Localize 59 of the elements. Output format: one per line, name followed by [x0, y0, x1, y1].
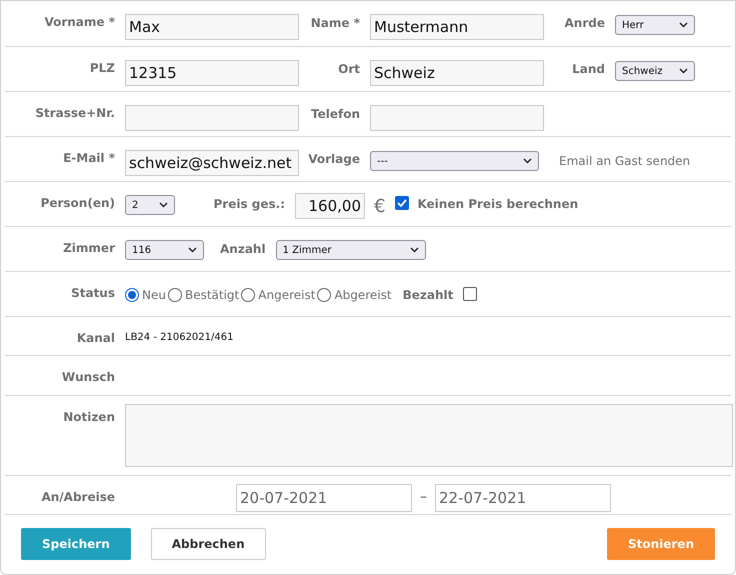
radio-label: Abgereist — [334, 287, 392, 304]
field-label: Keinen Preis berechnen — [417, 196, 578, 213]
dropdown[interactable]: 116 — [125, 240, 204, 260]
radio-button[interactable] — [125, 288, 139, 302]
dropdown[interactable]: Schweiz — [615, 61, 695, 81]
field-label: Vorlage — [307, 151, 360, 168]
input-field[interactable]: 160,00 — [295, 193, 365, 219]
chevron-down-icon — [159, 202, 168, 208]
cancel-button[interactable]: Abbrechen — [150, 528, 266, 560]
field-label: Person(en) — [40, 196, 115, 210]
chevron-down-icon — [679, 22, 688, 28]
field-label: Wunsch — [62, 370, 115, 384]
field-label: Vorname * — [44, 15, 115, 29]
field-label: Zimmer — [63, 241, 115, 255]
checkbox[interactable] — [395, 196, 410, 210]
field-label: Preis ges.: — [212, 196, 285, 213]
field-label: Kanal — [76, 331, 115, 345]
chevron-down-icon — [523, 158, 532, 164]
field-label: An/Abreise — [41, 490, 115, 504]
field-label: Telefon — [310, 106, 360, 123]
field-label: Anzahl — [220, 241, 266, 258]
input-field[interactable] — [370, 105, 544, 131]
input-field[interactable] — [125, 105, 299, 131]
radio-button[interactable] — [241, 288, 256, 302]
field-label: Ort — [337, 61, 360, 78]
field-label: Notizen — [63, 410, 115, 424]
channel-text: LB24 - 21062021/461 — [125, 331, 234, 345]
radio-button[interactable] — [317, 288, 332, 302]
chevron-down-icon — [410, 247, 419, 253]
input-field[interactable]: schweiz@schweiz.net — [125, 150, 299, 176]
currency-symbol: € — [374, 195, 386, 219]
input-field[interactable]: Mustermann — [370, 14, 544, 40]
hint-text: Email an Gast senden — [559, 153, 690, 170]
checkbox[interactable] — [463, 287, 478, 301]
field-label: Land — [571, 61, 605, 78]
field-label: Strasse+Nr. — [35, 106, 115, 120]
notes-field[interactable] — [125, 404, 733, 467]
field-label: PLZ — [90, 61, 115, 75]
date-separator: – — [420, 488, 427, 507]
field-label: Anrde — [564, 15, 605, 32]
field-label: Bezahlt — [402, 287, 454, 304]
chevron-down-icon — [679, 68, 688, 74]
dropdown[interactable]: Herr — [615, 15, 695, 35]
input-field[interactable]: Schweiz — [370, 60, 544, 86]
dropdown[interactable]: 1 Zimmer — [276, 240, 426, 260]
input-field[interactable]: Max — [125, 14, 299, 40]
radio-label: Bestätigt — [184, 287, 240, 304]
dropdown[interactable]: 2 — [125, 195, 175, 215]
input-field[interactable]: 12315 — [125, 60, 299, 86]
dropdown[interactable]: --- — [370, 151, 539, 171]
field-label: Status — [71, 286, 115, 300]
field-label: E-Mail * — [63, 151, 115, 165]
chevron-down-icon — [188, 247, 197, 253]
input-field[interactable]: 20-07-2021 — [236, 484, 412, 512]
radio-label: Angereist — [258, 287, 316, 304]
input-field[interactable]: 22-07-2021 — [435, 484, 611, 512]
field-label: Name * — [310, 15, 360, 32]
radio-label: Neu — [142, 287, 166, 304]
radio-button[interactable] — [168, 288, 182, 302]
